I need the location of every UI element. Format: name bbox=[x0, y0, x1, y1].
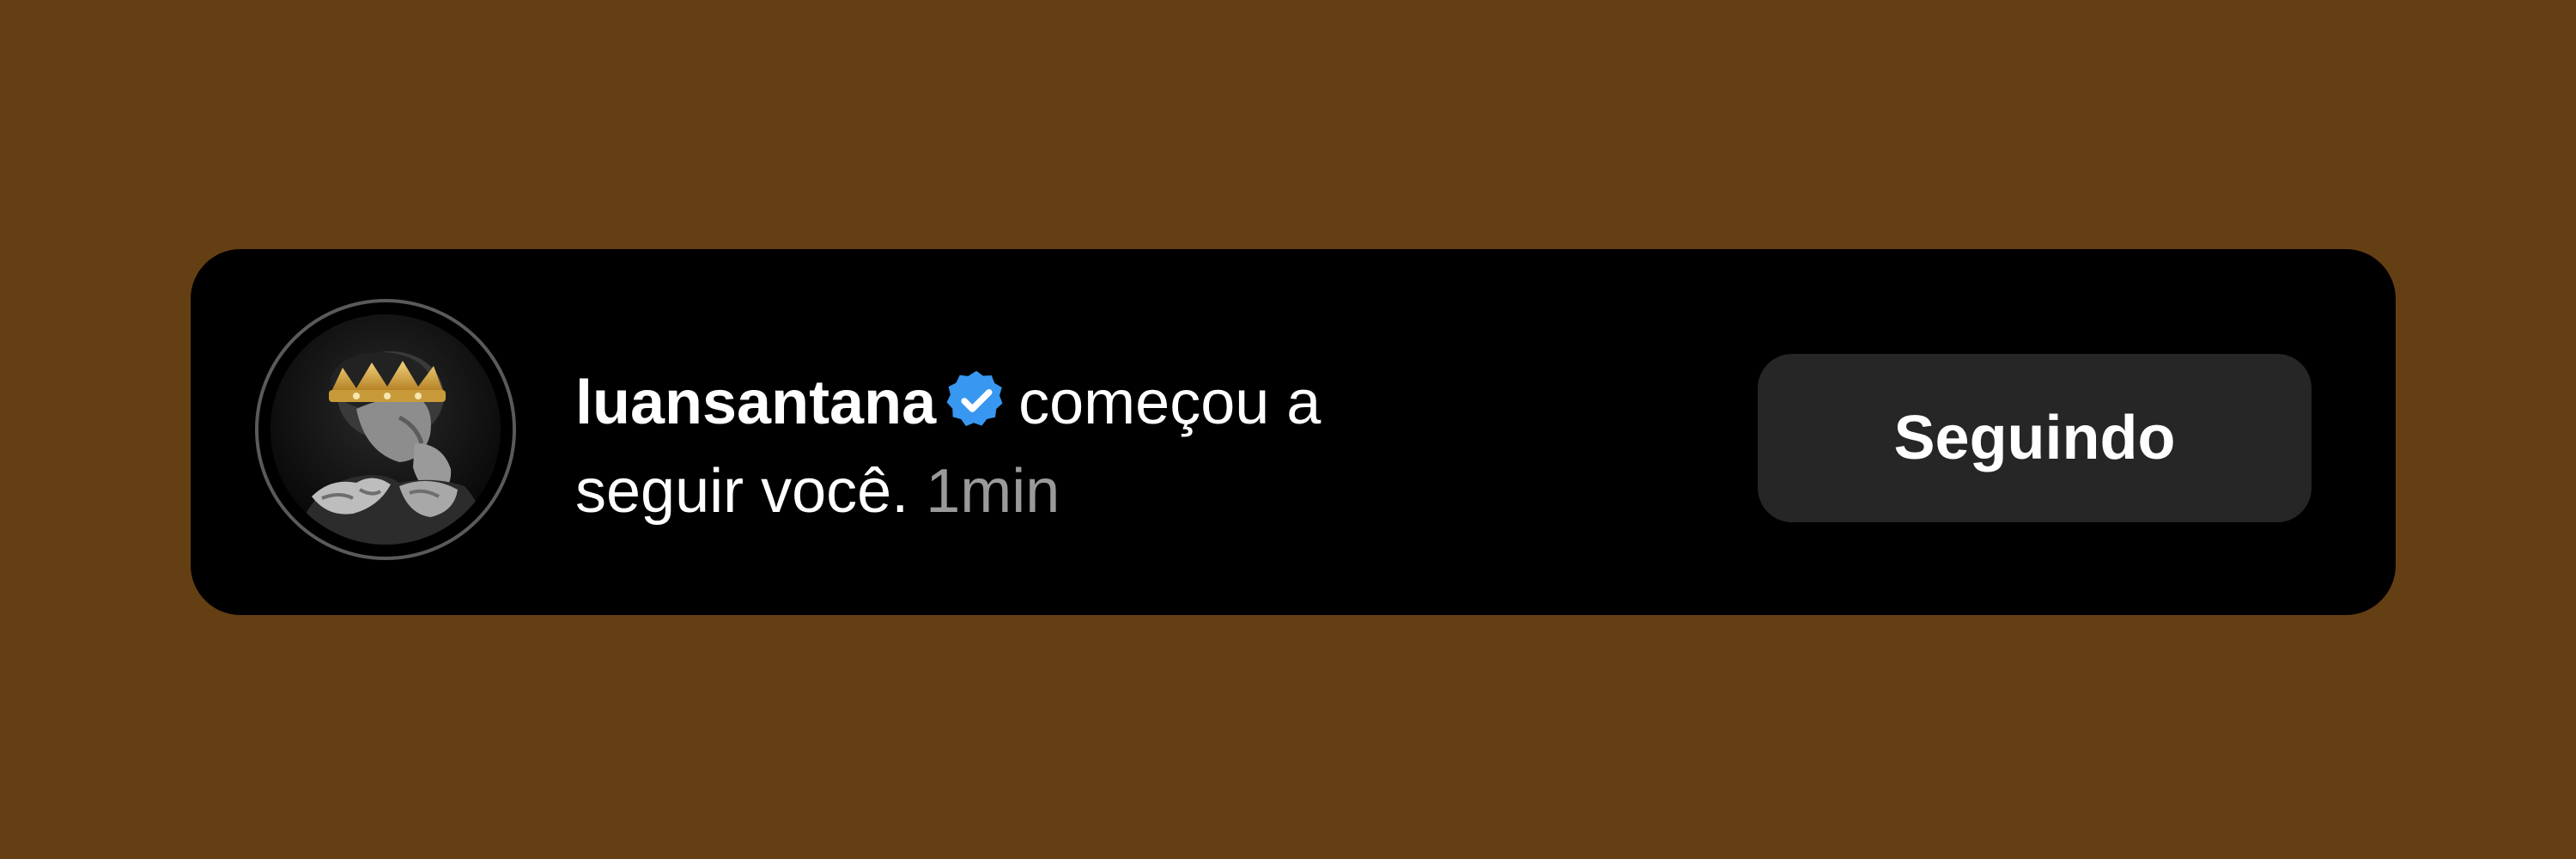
action-text-part-1: começou a bbox=[1018, 369, 1321, 437]
follow-notification-card[interactable]: luansantana começou a seguir você. 1min S… bbox=[191, 249, 2396, 615]
avatar[interactable] bbox=[270, 314, 501, 545]
notification-text-line-1: luansantana começou a bbox=[575, 359, 1563, 448]
notification-text: luansantana começou a seguir você. 1min bbox=[575, 359, 1563, 536]
username-link[interactable]: luansantana bbox=[575, 369, 936, 437]
notification-text-line-2: seguir você. 1min bbox=[575, 448, 1563, 536]
following-button[interactable]: Seguindo bbox=[1758, 354, 2312, 522]
action-text-part-2: seguir você. bbox=[575, 457, 909, 526]
avatar-ring[interactable] bbox=[255, 299, 516, 560]
verified-badge-icon bbox=[945, 369, 1008, 432]
timestamp: 1min bbox=[926, 457, 1060, 526]
profile-avatar-icon bbox=[270, 314, 501, 545]
